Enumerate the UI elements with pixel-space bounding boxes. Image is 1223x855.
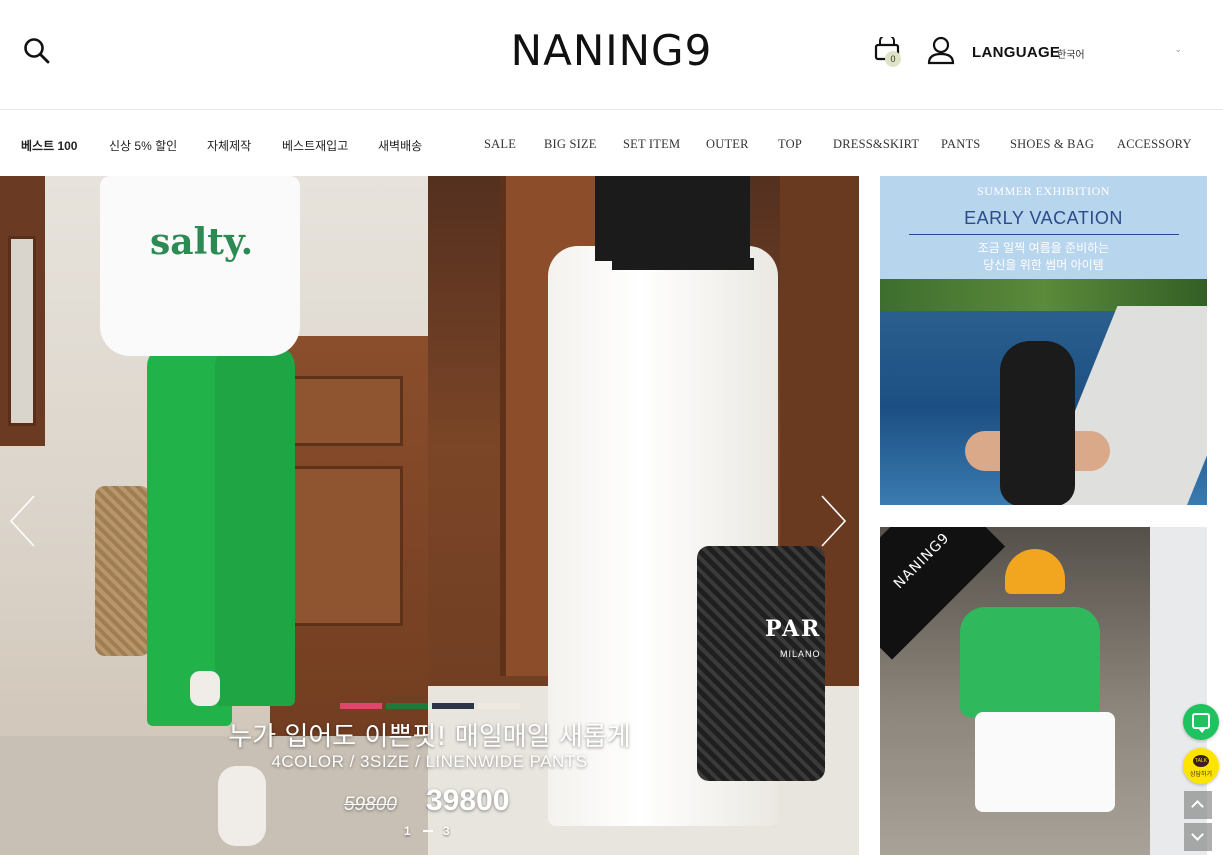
banner-title: EARLY VACATION bbox=[964, 208, 1123, 228]
chevron-down-icon bbox=[1191, 828, 1204, 841]
nav-item-shoes-bag[interactable]: SHOES & BAG bbox=[1010, 137, 1094, 152]
chevron-left-icon[interactable] bbox=[8, 494, 38, 548]
price-original: 59800 bbox=[344, 794, 397, 815]
chevron-down-icon: ⌄ bbox=[1174, 44, 1182, 54]
price-sale: 39800 bbox=[426, 784, 510, 817]
language-label: LANGUAGE bbox=[972, 44, 1061, 61]
hero-caption-title: 누가 입어도 이쁜핏! 매일매일 새롭게 bbox=[228, 722, 631, 752]
photo-black-top bbox=[595, 176, 750, 261]
banner-desc-line2: 당신을 위한 썸머 아이템 bbox=[983, 258, 1104, 272]
nav-item-pants[interactable]: PANTS bbox=[941, 137, 980, 152]
slide-dot[interactable] bbox=[386, 703, 428, 709]
nav-item-top[interactable]: TOP bbox=[778, 137, 802, 152]
slide-total: 3 bbox=[443, 824, 450, 838]
chevron-up-icon bbox=[1191, 800, 1204, 813]
nav-item-own-production[interactable]: 자체제작 bbox=[207, 137, 251, 154]
nav-item-sale[interactable]: SALE bbox=[484, 137, 516, 152]
chat-bubble-icon bbox=[1192, 713, 1210, 733]
banner-divider bbox=[909, 234, 1179, 235]
banner-desc-line1: 조금 일찍 여름을 준비하는 bbox=[977, 241, 1110, 255]
photo-cabinet-panel bbox=[285, 466, 403, 626]
nav-item-best-100[interactable]: 베스트 100 bbox=[21, 137, 77, 154]
hero-caption-subtitle: 4COLOR / 3SIZE / LINENWIDE PANTS bbox=[271, 752, 588, 771]
chevron-right-icon[interactable] bbox=[818, 494, 848, 548]
photo-window bbox=[8, 236, 36, 426]
main-nav: 베스트 100 신상 5% 할인 자체제작 베스트재입고 새벽배송 SALE B… bbox=[0, 111, 1223, 175]
photo-green-pants bbox=[215, 346, 295, 706]
nav-item-best-restock[interactable]: 베스트재입고 bbox=[282, 137, 348, 154]
logo-link[interactable]: NANING9 bbox=[511, 26, 713, 75]
slide-current: 1 bbox=[404, 824, 411, 838]
language-value: 한국어 bbox=[1057, 50, 1085, 61]
photo-white-tshirt bbox=[100, 176, 300, 356]
cart-icon[interactable]: 0 bbox=[874, 34, 904, 69]
photo-bag-print-sub: MILANO bbox=[780, 649, 821, 659]
arrow-down-icon[interactable] bbox=[1184, 823, 1212, 851]
chat-icon[interactable] bbox=[1183, 704, 1219, 740]
banner-summer-look[interactable]: NANING9 bbox=[880, 527, 1207, 855]
search-icon[interactable] bbox=[22, 36, 52, 66]
banner-white-shorts bbox=[975, 712, 1115, 812]
nav-item-dawn-delivery[interactable]: 새벽배송 bbox=[378, 137, 422, 154]
banner-early-vacation[interactable]: SUMMER EXHIBITION EARLY VACATION 조금 일찍 여… bbox=[880, 176, 1207, 505]
user-icon[interactable] bbox=[927, 36, 955, 66]
photo-shirt-print: salty. bbox=[150, 221, 254, 263]
arrow-up-icon[interactable] bbox=[1184, 791, 1212, 819]
slide-pager-separator bbox=[423, 830, 433, 832]
cart-count-badge: 0 bbox=[885, 51, 901, 67]
hero-slider[interactable]: salty. PAR MILANO 누가 입어도 이쁜핏! 매일매일 새롭게 4… bbox=[0, 176, 859, 855]
photo-cabinet-panel bbox=[285, 376, 403, 446]
slide-dot[interactable] bbox=[478, 703, 520, 709]
nav-item-outer[interactable]: OUTER bbox=[706, 137, 749, 152]
kakao-icon[interactable]: TALK 상담하기 bbox=[1183, 748, 1219, 784]
nav-item-big-size[interactable]: BIG SIZE bbox=[544, 137, 597, 152]
photo-bag-print: PAR bbox=[765, 616, 822, 642]
nav-item-set-item[interactable]: SET ITEM bbox=[623, 137, 680, 152]
banner-eyebrow: SUMMER EXHIBITION bbox=[977, 184, 1110, 198]
photo-straw-bag bbox=[95, 486, 150, 656]
kakao-bubble: TALK bbox=[1193, 755, 1209, 767]
photo-sandal bbox=[190, 671, 220, 706]
site-header: NANING9 0 LANGUAGE 한국어 ⌄ bbox=[0, 0, 1223, 110]
slide-dot[interactable] bbox=[432, 703, 474, 709]
kakao-label: 상담하기 bbox=[1189, 772, 1213, 778]
nav-item-new-discount[interactable]: 신상 5% 할인 bbox=[109, 137, 177, 154]
slide-dot[interactable] bbox=[340, 703, 382, 709]
nav-item-accessory[interactable]: ACCESSORY bbox=[1117, 137, 1192, 152]
nav-item-dress-skirt[interactable]: DRESS&SKIRT bbox=[833, 137, 919, 152]
banner-green-tshirt bbox=[960, 607, 1100, 717]
banner-model-swimsuit bbox=[1000, 341, 1075, 505]
language-select[interactable]: 한국어 ⌄ bbox=[1052, 40, 1192, 66]
photo-sandal bbox=[218, 766, 266, 846]
photo-belt bbox=[612, 258, 754, 270]
